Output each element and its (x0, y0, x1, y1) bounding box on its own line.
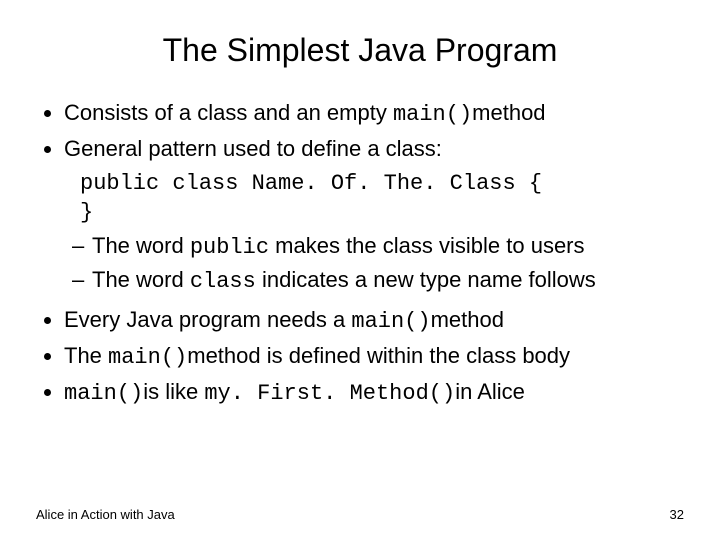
bullet-5-code1: main() (64, 381, 143, 406)
bullet-3-code: main() (351, 309, 430, 334)
bullet-4-code: main() (108, 345, 187, 370)
bullet-1: Consists of a class and an empty main()m… (64, 97, 684, 131)
bullet-5-mid: is like (143, 379, 204, 404)
sub-2-code: class (190, 269, 256, 294)
bullet-4-b: method is defined within the class body (187, 343, 570, 368)
bullet-list-2: Every Java program needs a main()method … (36, 304, 684, 410)
footer: Alice in Action with Java 32 (36, 507, 684, 522)
sub-bullet-1: The word public makes the class visible … (72, 230, 684, 264)
sub-2-a: The word (92, 267, 190, 292)
sub-bullet-list: The word public makes the class visible … (72, 230, 684, 298)
sub-1-b: makes the class visible to users (269, 233, 584, 258)
slide-title: The Simplest Java Program (36, 32, 684, 69)
bullet-1-text-a: Consists of a class and an empty (64, 100, 393, 125)
footer-left: Alice in Action with Java (36, 507, 175, 522)
bullet-5: main()is like my. First. Method()in Alic… (64, 376, 684, 410)
bullet-2-text: General pattern used to define a class: (64, 136, 442, 161)
sub-2-b: indicates a new type name follows (256, 267, 596, 292)
bullet-2: General pattern used to define a class: (64, 133, 684, 165)
code-line-1: public class Name. Of. The. Class { (80, 171, 542, 196)
bullet-4: The main()method is defined within the c… (64, 340, 684, 374)
bullet-list: Consists of a class and an empty main()m… (36, 97, 684, 165)
bullet-3-a: Every Java program needs a (64, 307, 351, 332)
bullet-5-code2: my. First. Method() (204, 381, 455, 406)
bullet-3: Every Java program needs a main()method (64, 304, 684, 338)
bullet-5-end: in Alice (455, 379, 525, 404)
code-line-2: } (80, 200, 93, 225)
bullet-3-b: method (431, 307, 504, 332)
slide: The Simplest Java Program Consists of a … (0, 0, 720, 540)
sub-bullet-2: The word class indicates a new type name… (72, 264, 684, 298)
bullet-4-a: The (64, 343, 108, 368)
code-block: public class Name. Of. The. Class { } (80, 169, 684, 228)
bullet-1-code: main() (393, 102, 472, 127)
footer-page-number: 32 (670, 507, 684, 522)
sub-1-a: The word (92, 233, 190, 258)
sub-1-code: public (190, 235, 269, 260)
bullet-1-text-b: method (472, 100, 545, 125)
